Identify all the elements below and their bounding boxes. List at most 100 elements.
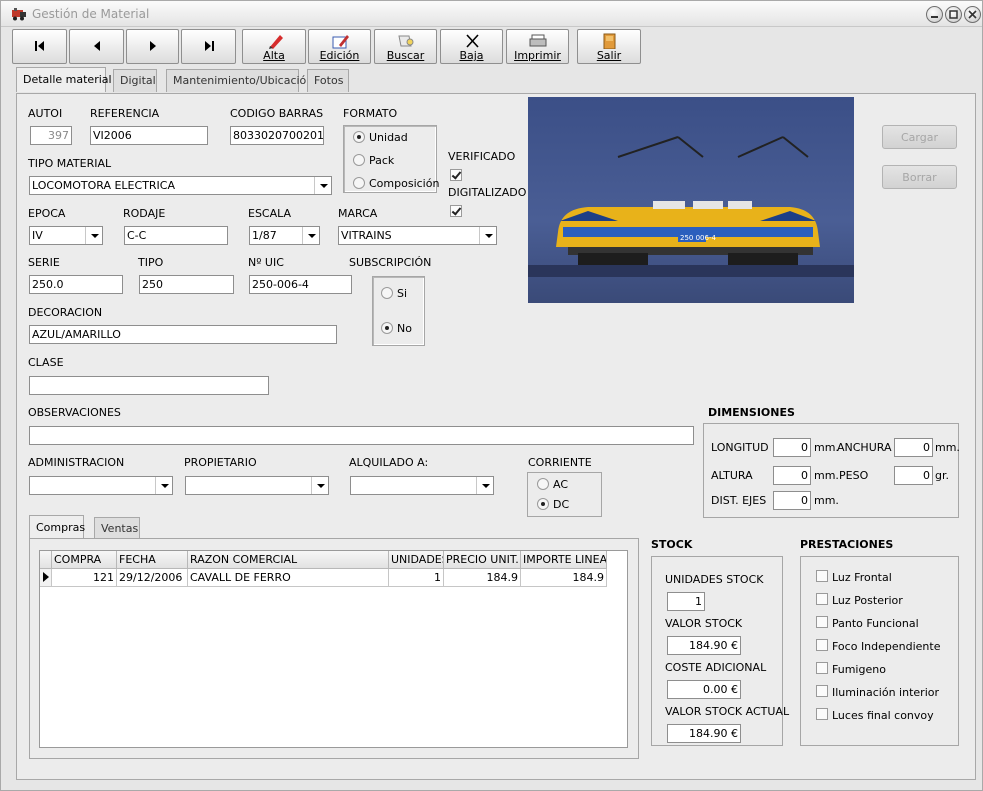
digitalizado-checkbox[interactable] (450, 205, 462, 217)
epoca-select[interactable]: IV (29, 226, 103, 245)
anchura-field[interactable]: 0 (894, 438, 933, 457)
luces-final-convoy-checkbox[interactable] (816, 708, 828, 720)
panto-funcional-checkbox[interactable] (816, 616, 828, 628)
subtab-ventas[interactable]: Ventas (94, 517, 140, 540)
subscripcion-si-radio[interactable]: Si (381, 287, 407, 300)
table-cell[interactable]: 184.9 (444, 569, 521, 587)
subtab-compras[interactable]: Compras (29, 515, 85, 540)
formato-composicion-radio[interactable]: Composición (353, 177, 439, 190)
altura-unit: mm. (814, 469, 839, 482)
prestaciones-group: Luz Frontal Luz Posterior Panto Funciona… (800, 556, 959, 746)
search-icon (398, 35, 414, 47)
alquilado-select[interactable] (350, 476, 494, 495)
imprimir-button[interactable]: Imprimir (506, 29, 569, 64)
uic-field[interactable]: 250-006-4 (249, 275, 352, 294)
subscripcion-no-radio[interactable]: No (381, 322, 412, 335)
corriente-ac-radio[interactable]: AC (537, 478, 568, 491)
luz-posterior-checkbox[interactable] (816, 593, 828, 605)
rodaje-field[interactable]: C-C (124, 226, 228, 245)
longitud-field[interactable]: 0 (773, 438, 811, 457)
tab-digital[interactable]: Digital (113, 69, 157, 92)
dist-ejes-field[interactable]: 0 (773, 491, 811, 510)
codigo-barras-field[interactable]: 8033020700201 (230, 126, 324, 145)
observaciones-field[interactable] (29, 426, 694, 445)
first-record-icon (34, 41, 44, 51)
altura-field[interactable]: 0 (773, 466, 811, 485)
buscar-button[interactable]: Buscar (374, 29, 437, 64)
previous-record-icon (93, 41, 100, 51)
luz-frontal-checkbox[interactable] (816, 570, 828, 582)
grid-col-precio[interactable]: PRECIO UNIT. (444, 551, 521, 569)
alta-button[interactable]: Alta (242, 29, 306, 64)
tipo-material-label: TIPO MATERIAL (28, 157, 112, 170)
alta-label: Alta (263, 49, 285, 62)
anchura-label: ANCHURA (837, 441, 892, 454)
first-record-button[interactable] (12, 29, 67, 64)
baja-label: Baja (459, 49, 484, 62)
valor-stock-actual-field[interactable]: 184.90 € (667, 724, 741, 743)
verificado-checkbox[interactable] (450, 169, 462, 181)
administracion-select[interactable] (29, 476, 173, 495)
grid-row-header (40, 551, 52, 569)
chevron-down-icon (476, 477, 493, 494)
main-window: Gestión de Material Alta Edición Buscar … (0, 0, 983, 791)
row-selector[interactable] (40, 569, 52, 587)
table-cell[interactable]: 121 (52, 569, 117, 587)
valor-stock-label: VALOR STOCK (665, 617, 743, 630)
decoracion-field[interactable]: AZUL/AMARILLO (29, 325, 337, 344)
tipo-material-select[interactable]: LOCOMOTORA ELECTRICA (29, 176, 332, 195)
window-title: Gestión de Material (32, 7, 150, 21)
grid-col-compra[interactable]: COMPRA (52, 551, 117, 569)
baja-button[interactable]: Baja (440, 29, 503, 64)
tab-mantenimiento[interactable]: Mantenimiento/Ubicación (166, 69, 313, 92)
cargar-button[interactable]: Cargar (882, 125, 957, 149)
chevron-down-icon (479, 227, 496, 244)
fumigeno-checkbox[interactable] (816, 662, 828, 674)
digitalizado-label: DIGITALIZADO (448, 186, 527, 199)
table-cell[interactable]: 29/12/2006 (117, 569, 188, 587)
referencia-label: REFERENCIA (90, 107, 160, 120)
unidades-stock-field[interactable]: 1 (667, 592, 705, 611)
escala-select[interactable]: 1/87 (249, 226, 320, 245)
table-cell[interactable]: 184.9 (521, 569, 607, 587)
next-record-button[interactable] (126, 29, 179, 64)
last-record-button[interactable] (181, 29, 236, 64)
autoi-field[interactable]: 397 (30, 126, 72, 145)
formato-pack-radio[interactable]: Pack (353, 154, 394, 167)
foco-independiente-checkbox[interactable] (816, 639, 828, 651)
peso-field[interactable]: 0 (894, 466, 933, 485)
chevron-down-icon (314, 177, 331, 194)
minimize-button[interactable] (926, 6, 943, 23)
iluminacion-interior-checkbox[interactable] (816, 685, 828, 697)
tipo-field[interactable]: 250 (139, 275, 234, 294)
previous-record-button[interactable] (69, 29, 124, 64)
clase-field[interactable] (29, 376, 269, 395)
longitud-label: LONGITUD (711, 441, 769, 454)
grid-col-razon[interactable]: RAZON COMERCIAL (188, 551, 389, 569)
table-cell[interactable]: 1 (389, 569, 444, 587)
formato-unidad-radio[interactable]: Unidad (353, 131, 408, 144)
formato-group: Unidad Pack Composición (343, 125, 439, 193)
grid-col-unidades[interactable]: UNIDADES (389, 551, 444, 569)
corriente-dc-radio[interactable]: DC (537, 498, 569, 511)
salir-button[interactable]: Salir (577, 29, 641, 64)
table-cell[interactable]: CAVALL DE FERRO (188, 569, 389, 587)
coste-adicional-field[interactable]: 0.00 € (667, 680, 741, 699)
close-button[interactable] (964, 6, 981, 23)
grid-col-importe[interactable]: IMPORTE LINEA (521, 551, 607, 569)
edicion-button[interactable]: Edición (308, 29, 371, 64)
valor-stock-field[interactable]: 184.90 € (667, 636, 741, 655)
propietario-select[interactable] (185, 476, 329, 495)
clase-label: CLASE (28, 356, 64, 369)
tab-detalle-material[interactable]: Detalle material (16, 67, 112, 92)
referencia-field[interactable]: VI2006 (90, 126, 208, 145)
compras-grid[interactable]: COMPRA FECHA RAZON COMERCIAL UNIDADES PR… (39, 550, 628, 748)
marca-select[interactable]: VITRAINS (338, 226, 497, 245)
borrar-button[interactable]: Borrar (882, 165, 957, 189)
grid-col-fecha[interactable]: FECHA (117, 551, 188, 569)
serie-field[interactable]: 250.0 (29, 275, 123, 294)
tab-fotos[interactable]: Fotos (307, 69, 349, 92)
maximize-button[interactable] (945, 6, 962, 23)
decoracion-label: DECORACION (28, 306, 103, 319)
title-bar[interactable]: Gestión de Material (1, 1, 982, 27)
